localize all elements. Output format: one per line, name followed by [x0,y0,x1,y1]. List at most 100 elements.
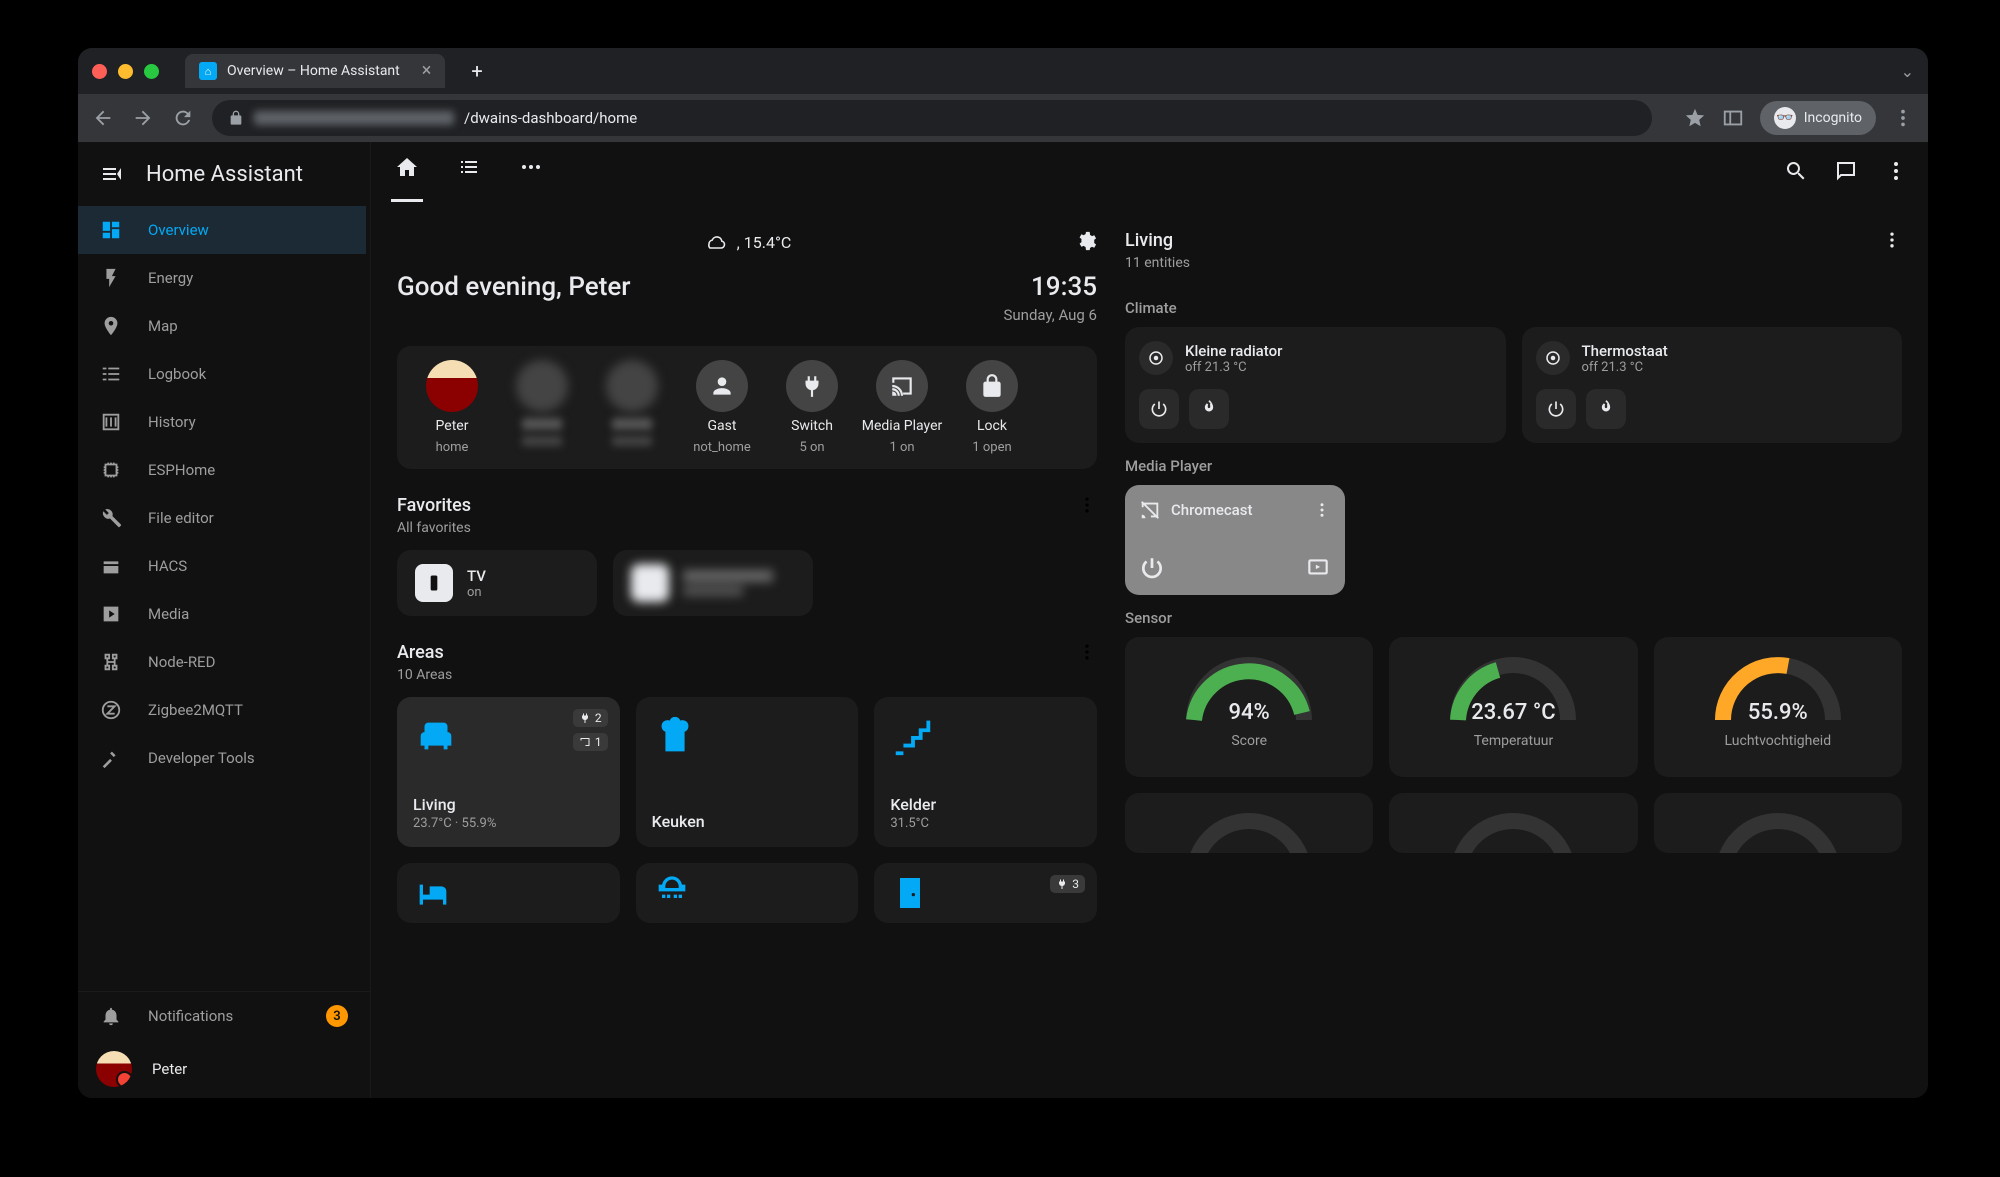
gear-icon[interactable] [1075,230,1097,252]
status-guest[interactable]: Gastnot_home [681,360,763,455]
panel-icon[interactable] [1722,107,1744,129]
window-maximize-button[interactable] [144,64,159,79]
sidebar-item-esphome[interactable]: ESPHome [78,446,366,494]
tab-favicon-icon: ⌂ [199,62,217,80]
incognito-label: Incognito [1804,110,1862,126]
status-media[interactable]: Media Player1 on [861,360,943,455]
incognito-icon: 👓 [1774,107,1796,129]
thermostat-icon [1536,341,1570,375]
sidebar-label: HACS [148,557,187,575]
forward-icon[interactable] [132,107,154,129]
clock-time: 19:35 [1003,272,1097,302]
sidebar-item-devtools[interactable]: Developer Tools [78,734,366,782]
favorites-title: Favorites [397,495,471,516]
sidebar-item-hacs[interactable]: HACS [78,542,366,590]
tab-more[interactable] [515,142,547,202]
area-badge-plug: 2 [573,709,608,727]
chat-icon[interactable] [1834,159,1858,183]
areas-title: Areas [397,642,452,663]
plug-icon [799,373,825,399]
tab-close-button[interactable]: × [422,62,432,80]
tab-title: Overview – Home Assistant [227,63,400,79]
reload-icon[interactable] [172,107,194,129]
more-vert-icon[interactable] [1884,159,1908,183]
back-icon[interactable] [92,107,114,129]
dashboard-topbar [371,142,1928,200]
status-person-blurred[interactable] [501,360,583,455]
avatar-icon [426,360,478,412]
status-switch[interactable]: Switch5 on [771,360,853,455]
status-person-blurred[interactable] [591,360,673,455]
clock-date: Sunday, Aug 6 [1003,306,1097,324]
more-vert-icon[interactable] [1882,230,1902,250]
area-card[interactable] [636,863,859,923]
area-living[interactable]: 2 1 Living23.7°C · 55.9% [397,697,620,847]
sidebar-item-map[interactable]: Map [78,302,366,350]
area-card[interactable]: 3 [874,863,1097,923]
browser-menu-icon[interactable] [1892,107,1914,129]
status-row: Peterhome Gastnot_home Switch5 on Media … [397,346,1097,469]
sidebar-item-zigbee[interactable]: Zigbee2MQTT [78,686,366,734]
sidebar-item-overview[interactable]: Overview [78,206,366,254]
sidebar-user[interactable]: Peter [78,1040,370,1098]
status-person-peter[interactable]: Peterhome [411,360,493,455]
climate-thermostaat[interactable]: Thermostaatoff 21.3 °C [1522,327,1903,443]
sidebar-item-energy[interactable]: Energy [78,254,366,302]
hammer-icon [100,747,122,769]
power-button[interactable] [1536,389,1576,429]
chevron-down-icon[interactable]: ⌄ [1901,62,1914,81]
media-chromecast[interactable]: Chromecast [1125,485,1345,595]
climate-kleine-radiator[interactable]: Kleine radiatoroff 21.3 °C [1125,327,1506,443]
incognito-badge[interactable]: 👓 Incognito [1760,101,1876,135]
sidebar-item-logbook[interactable]: Logbook [78,350,366,398]
lock-icon [979,373,1005,399]
new-tab-button[interactable]: + [471,59,482,83]
browser-titlebar: ⌂ Overview – Home Assistant × + ⌄ [78,48,1928,94]
search-icon[interactable] [1784,159,1808,183]
gauge-luchtvochtigheid[interactable]: 55.9% Luchtvochtigheid [1654,637,1902,777]
tab-home[interactable] [391,142,423,202]
browser-tab[interactable]: ⌂ Overview – Home Assistant × [185,54,445,88]
stairs-icon [890,713,1081,763]
sidebar-label: Notifications [148,1007,233,1025]
favorite-tv[interactable]: TVon [397,550,597,616]
gauge-card[interactable] [1389,793,1637,853]
power-icon[interactable] [1139,555,1165,581]
sidebar-item-media[interactable]: Media [78,590,366,638]
sidebar-label: File editor [148,509,214,527]
heat-button[interactable] [1189,389,1229,429]
window-close-button[interactable] [92,64,107,79]
room-title: Living [1125,230,1190,251]
user-name: Peter [152,1060,187,1078]
play-in-tv-icon[interactable] [1305,555,1331,581]
more-vert-icon[interactable] [1077,642,1097,662]
tab-list[interactable] [453,142,485,202]
gauge-temperatuur[interactable]: 23.67 °C Temperatuur [1389,637,1637,777]
sidebar-label: Node-RED [148,653,215,671]
gauge-card[interactable] [1125,793,1373,853]
sidebar-label: ESPHome [148,461,215,479]
more-vert-icon[interactable] [1077,495,1097,515]
power-button[interactable] [1139,389,1179,429]
sidebar-item-history[interactable]: History [78,398,366,446]
status-lock[interactable]: Lock1 open [951,360,1033,455]
more-vert-icon[interactable] [1313,501,1331,519]
sidebar-item-file-editor[interactable]: File editor [78,494,366,542]
logbook-icon [100,363,122,385]
remote-icon [415,564,453,602]
sidebar-item-notifications[interactable]: Notifications 3 [78,992,370,1040]
favorite-blurred[interactable] [613,550,813,616]
app-title: Home Assistant [146,162,303,187]
hacs-icon [100,555,122,577]
heat-button[interactable] [1586,389,1626,429]
area-card[interactable] [397,863,620,923]
gauge-score[interactable]: 94% Score [1125,637,1373,777]
sidebar-item-nodered[interactable]: Node-RED [78,638,366,686]
area-kelder[interactable]: Kelder31.5°C [874,697,1097,847]
url-input[interactable]: /dwains-dashboard/home [212,100,1652,136]
menu-collapse-icon[interactable] [100,162,124,186]
bookmark-star-icon[interactable] [1684,107,1706,129]
gauge-card[interactable] [1654,793,1902,853]
area-keuken[interactable]: Keuken [636,697,859,847]
window-minimize-button[interactable] [118,64,133,79]
